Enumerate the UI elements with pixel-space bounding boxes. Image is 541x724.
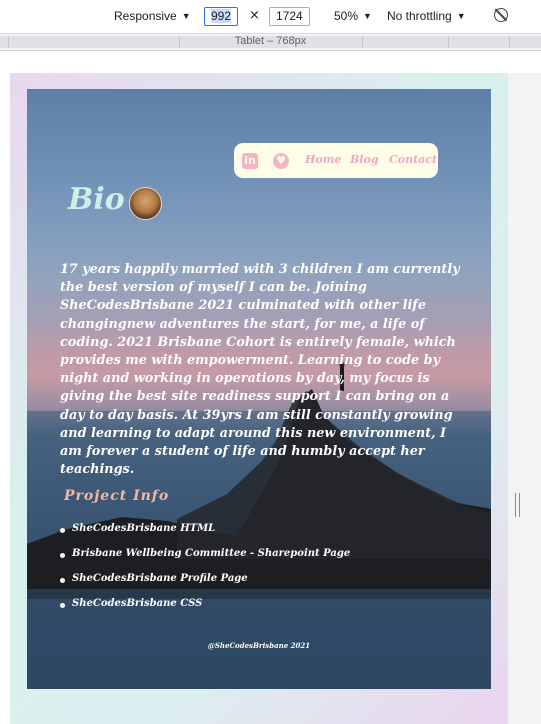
chevron-down-icon: ▼ (456, 11, 466, 21)
chevron-down-icon: ▼ (181, 11, 191, 21)
device-select[interactable]: Responsive ▼ (114, 9, 191, 23)
dimension-separator: × (249, 8, 260, 23)
bio-paragraph: 17 years happily married with 3 children… (60, 262, 460, 478)
footer-text: @SheCodesBrisbane 2021 (207, 641, 311, 650)
height-value: 1724 (276, 9, 303, 23)
bio-heading: Bio (68, 182, 125, 217)
throttling-select[interactable]: No throttling ▼ (387, 9, 466, 23)
rotate-icon[interactable] (494, 8, 508, 22)
project-link[interactable]: SheCodesBrisbane HTML (60, 523, 350, 548)
project-list: SheCodesBrisbane HTML Brisbane Wellbeing… (60, 523, 350, 623)
avatar (129, 187, 162, 220)
media-query-bar: Tablet – 768px (0, 34, 541, 51)
nav-link-home[interactable]: Home (305, 153, 341, 166)
navigation-bar: in Home Blog Contact (234, 143, 438, 178)
nav-link-contact[interactable]: Contact (389, 153, 437, 166)
website-page: in Home Blog Contact Bio 17 years happil… (27, 89, 491, 689)
zoom-select-label: 50% (334, 9, 359, 23)
width-value: 992 (211, 9, 232, 23)
width-input[interactable]: 992 (204, 7, 239, 26)
project-link[interactable]: Brisbane Wellbeing Committee - Sharepoin… (60, 548, 350, 573)
viewport-gutter (508, 73, 541, 724)
heart-icon[interactable] (273, 153, 289, 169)
throttling-select-label: No throttling (387, 9, 452, 23)
project-link[interactable]: SheCodesBrisbane Profile Page (60, 573, 350, 598)
linkedin-icon[interactable]: in (242, 153, 258, 169)
project-link[interactable]: SheCodesBrisbane CSS (60, 598, 350, 623)
devtools-device-toolbar: Responsive ▼ 992 × 1724 50% ▼ No throttlin… (0, 0, 541, 34)
chevron-down-icon: ▼ (363, 11, 372, 21)
nav-link-blog[interactable]: Blog (350, 153, 379, 166)
height-input[interactable]: 1724 (269, 7, 310, 26)
device-select-label: Responsive (114, 9, 177, 23)
project-info-heading: Project Info (64, 488, 170, 504)
resize-handle[interactable] (515, 493, 520, 517)
zoom-select[interactable]: 50% ▼ (334, 9, 372, 23)
media-query-label: Tablet – 768px (234, 35, 307, 47)
